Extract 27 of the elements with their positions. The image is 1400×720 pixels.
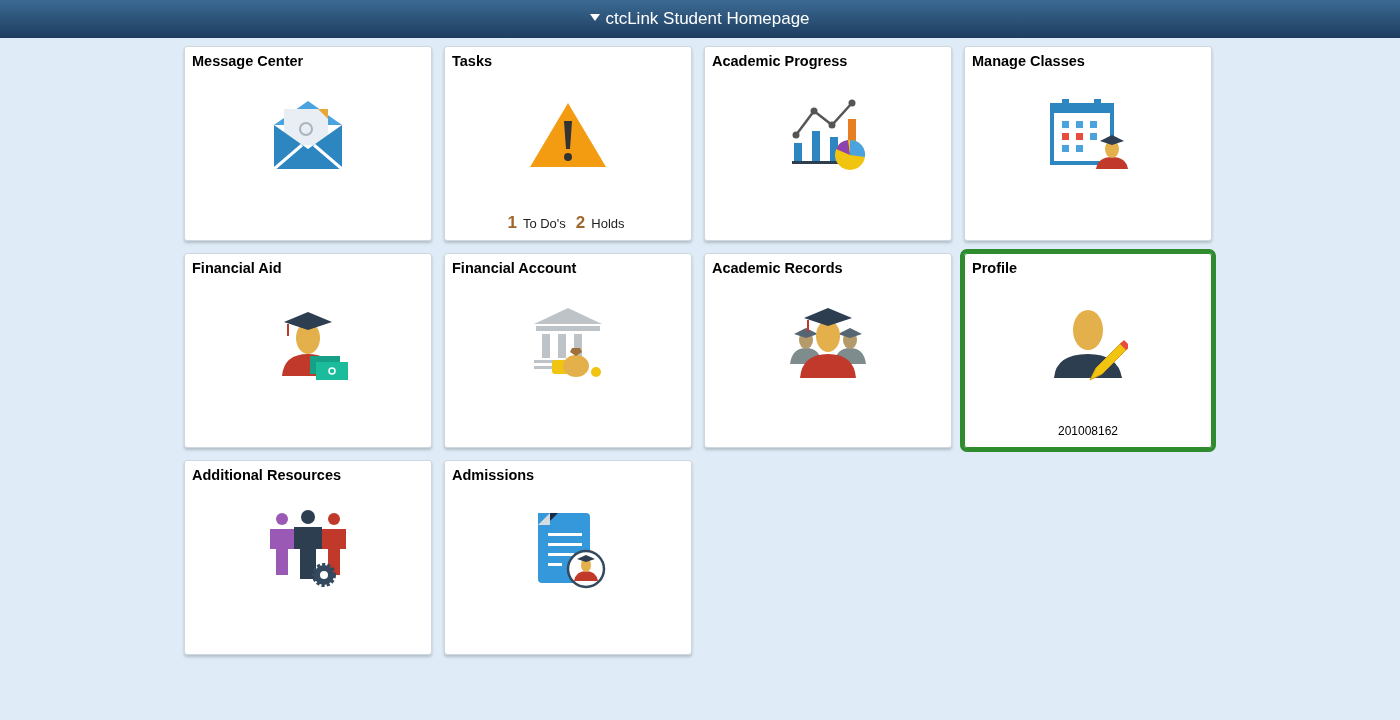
tile-card[interactable]: Additional Resources <box>184 460 432 655</box>
count-label: Holds <box>591 216 625 231</box>
tile-title: Message Center <box>192 53 304 69</box>
people-gear-icon <box>268 509 348 589</box>
tile-card[interactable]: Admissions <box>444 460 692 655</box>
tile-card[interactable]: Financial Aid <box>184 253 432 448</box>
tile-card[interactable]: Academic Records <box>704 253 952 448</box>
page-title: ctcLink Student Homepage <box>605 9 810 29</box>
count-number: 1 <box>507 213 517 233</box>
tile-title: Tasks <box>452 53 493 69</box>
tile-card[interactable]: Financial Account <box>444 253 692 448</box>
tile-title: Admissions <box>452 467 535 483</box>
tile-title: Financial Account <box>452 260 577 276</box>
tile-title: Financial Aid <box>192 260 282 276</box>
caret-icon[interactable] <box>590 13 601 21</box>
tile-title: Manage Classes <box>972 53 1085 69</box>
tile-card[interactable]: Message Center <box>184 46 432 241</box>
tile-title: Profile <box>972 260 1018 276</box>
count-label: To Do's <box>522 216 566 231</box>
tile-card[interactable]: Academic Progress <box>704 46 952 241</box>
tile-card[interactable]: Tasks 1 To Do's 2 Holds <box>444 46 692 241</box>
student-id: 201008162 <box>1057 424 1119 438</box>
tile-title: Additional Resources <box>192 467 342 483</box>
count-number: 2 <box>575 213 586 233</box>
tile-title: Academic Progress <box>712 53 848 69</box>
tile-title: Academic Records <box>712 260 843 276</box>
tile-card[interactable]: Manage Classes <box>964 46 1212 241</box>
